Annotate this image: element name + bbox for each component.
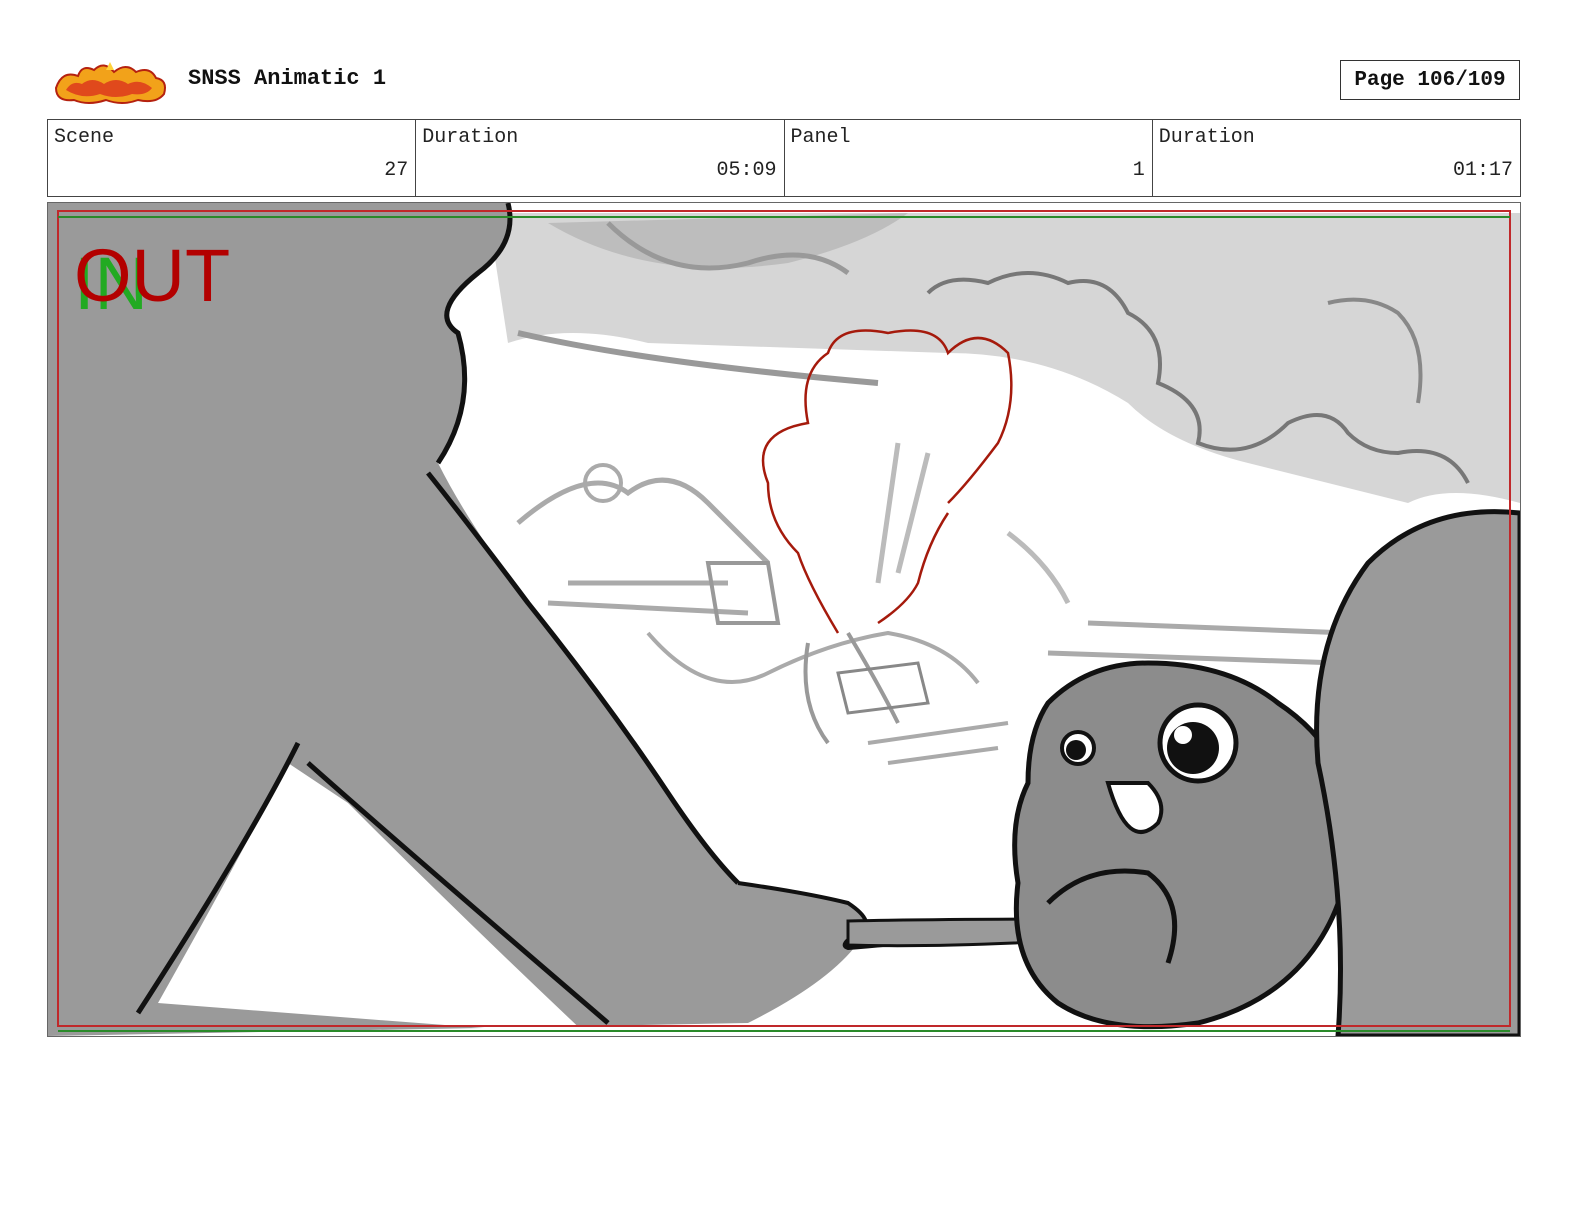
scene-duration-label: Duration [422, 126, 519, 149]
show-logo [52, 58, 170, 106]
storyboard-panel: IN OUT [47, 202, 1521, 1037]
scene-duration-cell: Duration 05:09 [416, 120, 785, 196]
panel-label: Panel [790, 126, 851, 149]
panel-duration-value: 01:17 [1452, 159, 1513, 182]
panel-drawing [48, 203, 1520, 1036]
panel-value: 1 [1132, 159, 1145, 182]
document-title: SNSS Animatic 1 [188, 66, 387, 91]
scene-value: 27 [384, 159, 409, 182]
panel-duration-cell: Duration 01:17 [1153, 120, 1520, 196]
panel-cell: Panel 1 [785, 120, 1153, 196]
page-indicator: Page 106/109 [1340, 60, 1520, 100]
page-label: Page 106/109 [1354, 68, 1506, 92]
panel-duration-label: Duration [1158, 126, 1255, 149]
scene-label: Scene [54, 126, 115, 149]
out-marker: OUT [74, 234, 231, 317]
scene-duration-value: 05:09 [716, 159, 777, 182]
scene-cell: Scene 27 [48, 120, 417, 196]
scene-info-table: Scene 27 Duration 05:09 Panel 1 Duration… [47, 119, 1521, 197]
